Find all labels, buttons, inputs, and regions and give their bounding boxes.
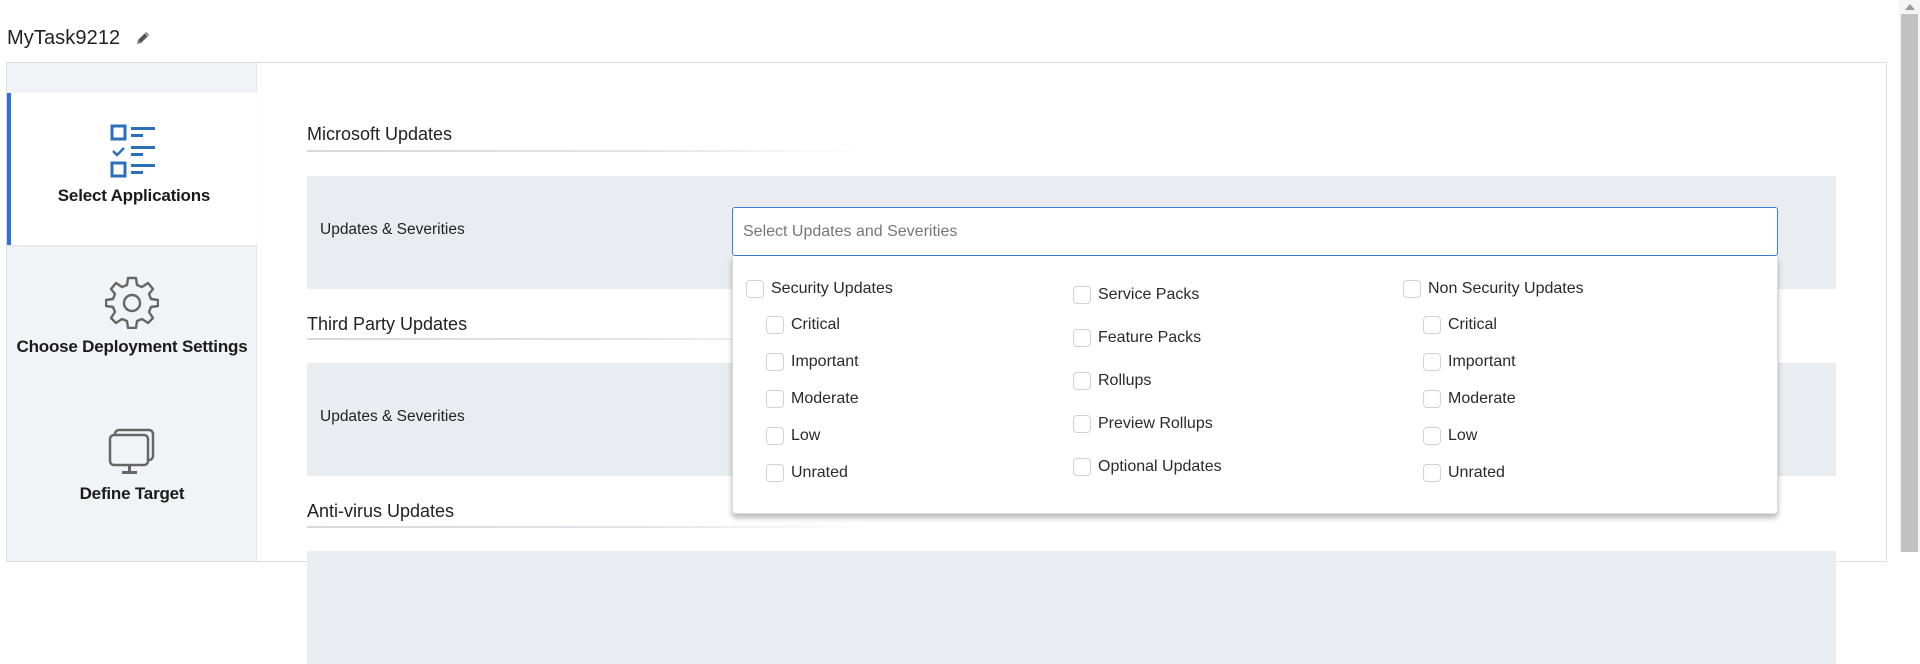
option-security-unrated[interactable]: Unrated bbox=[766, 464, 848, 482]
checkbox[interactable] bbox=[1073, 286, 1091, 304]
option-service-packs[interactable]: Service Packs bbox=[1073, 286, 1199, 304]
monitor-stack-icon bbox=[108, 428, 155, 474]
option-security-critical[interactable]: Critical bbox=[766, 316, 840, 334]
step-label: Define Target bbox=[79, 484, 185, 503]
checkbox[interactable] bbox=[766, 464, 784, 482]
option-feature-packs[interactable]: Feature Packs bbox=[1073, 329, 1201, 347]
option-non-security-updates[interactable]: Non Security Updates bbox=[1403, 280, 1584, 298]
checkbox[interactable] bbox=[1423, 353, 1441, 371]
checkbox[interactable] bbox=[746, 280, 764, 298]
step-label: Select Applications bbox=[57, 186, 211, 205]
task-header: MyTask9212 bbox=[7, 24, 152, 52]
checkbox[interactable] bbox=[1423, 316, 1441, 334]
checkbox[interactable] bbox=[766, 316, 784, 334]
checkbox[interactable] bbox=[1423, 427, 1441, 445]
option-security-important[interactable]: Important bbox=[766, 353, 859, 371]
option-security-updates[interactable]: Security Updates bbox=[746, 280, 893, 298]
updates-severities-dropdown: Security Updates Critical Important Mode… bbox=[732, 256, 1778, 514]
checkbox[interactable] bbox=[1073, 372, 1091, 390]
step-choose-deployment-settings[interactable]: Choose Deployment Settings bbox=[7, 275, 257, 395]
step-define-target[interactable]: Define Target bbox=[7, 428, 257, 548]
option-optional-updates[interactable]: Optional Updates bbox=[1073, 458, 1222, 476]
option-non-security-unrated[interactable]: Unrated bbox=[1423, 464, 1505, 482]
option-non-security-low[interactable]: Low bbox=[1423, 427, 1477, 445]
updates-severities-select[interactable]: Select Updates and Severities bbox=[732, 207, 1778, 256]
checklist-icon bbox=[110, 124, 155, 178]
checkbox[interactable] bbox=[766, 427, 784, 445]
checkbox[interactable] bbox=[1073, 415, 1091, 433]
option-non-security-critical[interactable]: Critical bbox=[1423, 316, 1497, 334]
page-scrollbar[interactable] bbox=[1899, 0, 1920, 552]
checkbox[interactable] bbox=[1423, 464, 1441, 482]
checkbox[interactable] bbox=[1403, 280, 1421, 298]
option-non-security-moderate[interactable]: Moderate bbox=[1423, 390, 1516, 408]
step-label: Choose Deployment Settings bbox=[16, 337, 248, 356]
row-label: Updates & Severities bbox=[320, 408, 465, 425]
select-placeholder: Select Updates and Severities bbox=[743, 222, 958, 240]
section-title-anti-virus-updates: Anti-virus Updates bbox=[307, 501, 455, 521]
option-non-security-important[interactable]: Important bbox=[1423, 353, 1516, 371]
section-divider bbox=[307, 526, 867, 528]
checkbox[interactable] bbox=[1073, 458, 1091, 476]
section-title-third-party-updates: Third Party Updates bbox=[307, 314, 468, 334]
checkbox[interactable] bbox=[1073, 329, 1091, 347]
pencil-icon[interactable] bbox=[134, 29, 152, 47]
checkbox[interactable] bbox=[766, 353, 784, 371]
option-preview-rollups[interactable]: Preview Rollups bbox=[1073, 415, 1213, 433]
gear-icon bbox=[105, 276, 159, 329]
scroll-up-arrow-icon[interactable] bbox=[1899, 0, 1920, 14]
section-title-microsoft-updates: Microsoft Updates bbox=[307, 124, 453, 144]
option-security-low[interactable]: Low bbox=[766, 427, 820, 445]
checkbox[interactable] bbox=[1423, 390, 1441, 408]
wizard-steps-sidebar: Select Applications Choose Deployment Se… bbox=[7, 63, 257, 561]
option-security-moderate[interactable]: Moderate bbox=[766, 390, 859, 408]
scrollbar-thumb[interactable] bbox=[1901, 14, 1918, 552]
checkbox[interactable] bbox=[766, 390, 784, 408]
option-rollups[interactable]: Rollups bbox=[1073, 372, 1151, 390]
step-select-applications[interactable]: Select Applications bbox=[7, 93, 257, 245]
task-title: MyTask9212 bbox=[7, 26, 121, 49]
row-anti-virus-updates bbox=[307, 551, 1836, 664]
section-divider bbox=[307, 150, 867, 152]
row-label: Updates & Severities bbox=[320, 221, 465, 238]
